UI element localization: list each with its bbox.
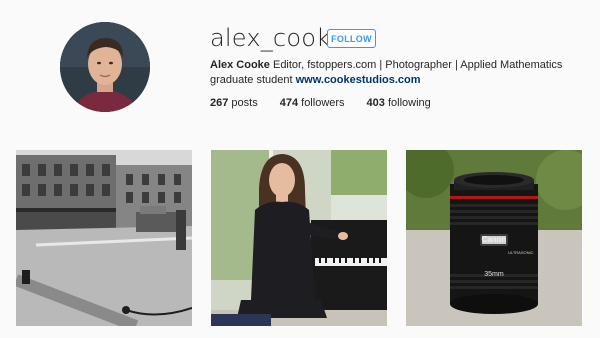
posts-count-value: 267: [210, 97, 229, 109]
pianist-photo-icon: [211, 150, 387, 326]
following-count[interactable]: 403 following: [367, 97, 431, 109]
profile-bio: Alex Cooke Editor, fstoppers.com | Photo…: [210, 58, 585, 88]
profile-full-name: Alex Cooke: [210, 59, 270, 71]
follow-button[interactable]: FOLLOW: [327, 29, 376, 48]
following-count-label: following: [384, 97, 431, 109]
followers-count-value: 474: [279, 97, 299, 109]
profile-username: alex_cooke: [210, 24, 345, 52]
profile-avatar[interactable]: [60, 22, 150, 112]
lens-brand: Canon: [481, 235, 507, 244]
profile-stats: 267 posts 474 followers 403 following: [210, 97, 431, 109]
street-photo-icon: [16, 150, 192, 326]
lens-focal-length: 35mm: [484, 271, 504, 278]
posts-count: 267 posts: [210, 97, 258, 109]
post-thumbnail-pianist[interactable]: [211, 150, 387, 326]
post-thumbnail-lens[interactable]: Canon ULTRASONIC 35mm: [406, 150, 582, 326]
post-thumbnail-street[interactable]: [16, 150, 192, 326]
lens-series: ULTRASONIC: [508, 250, 534, 255]
followers-count-label: followers: [298, 97, 345, 109]
posts-count-label: posts: [228, 97, 258, 109]
following-count-value: 403: [366, 97, 385, 109]
followers-count[interactable]: 474 followers: [280, 97, 345, 109]
profile-website-link[interactable]: www.cookestudios.com: [296, 74, 421, 86]
